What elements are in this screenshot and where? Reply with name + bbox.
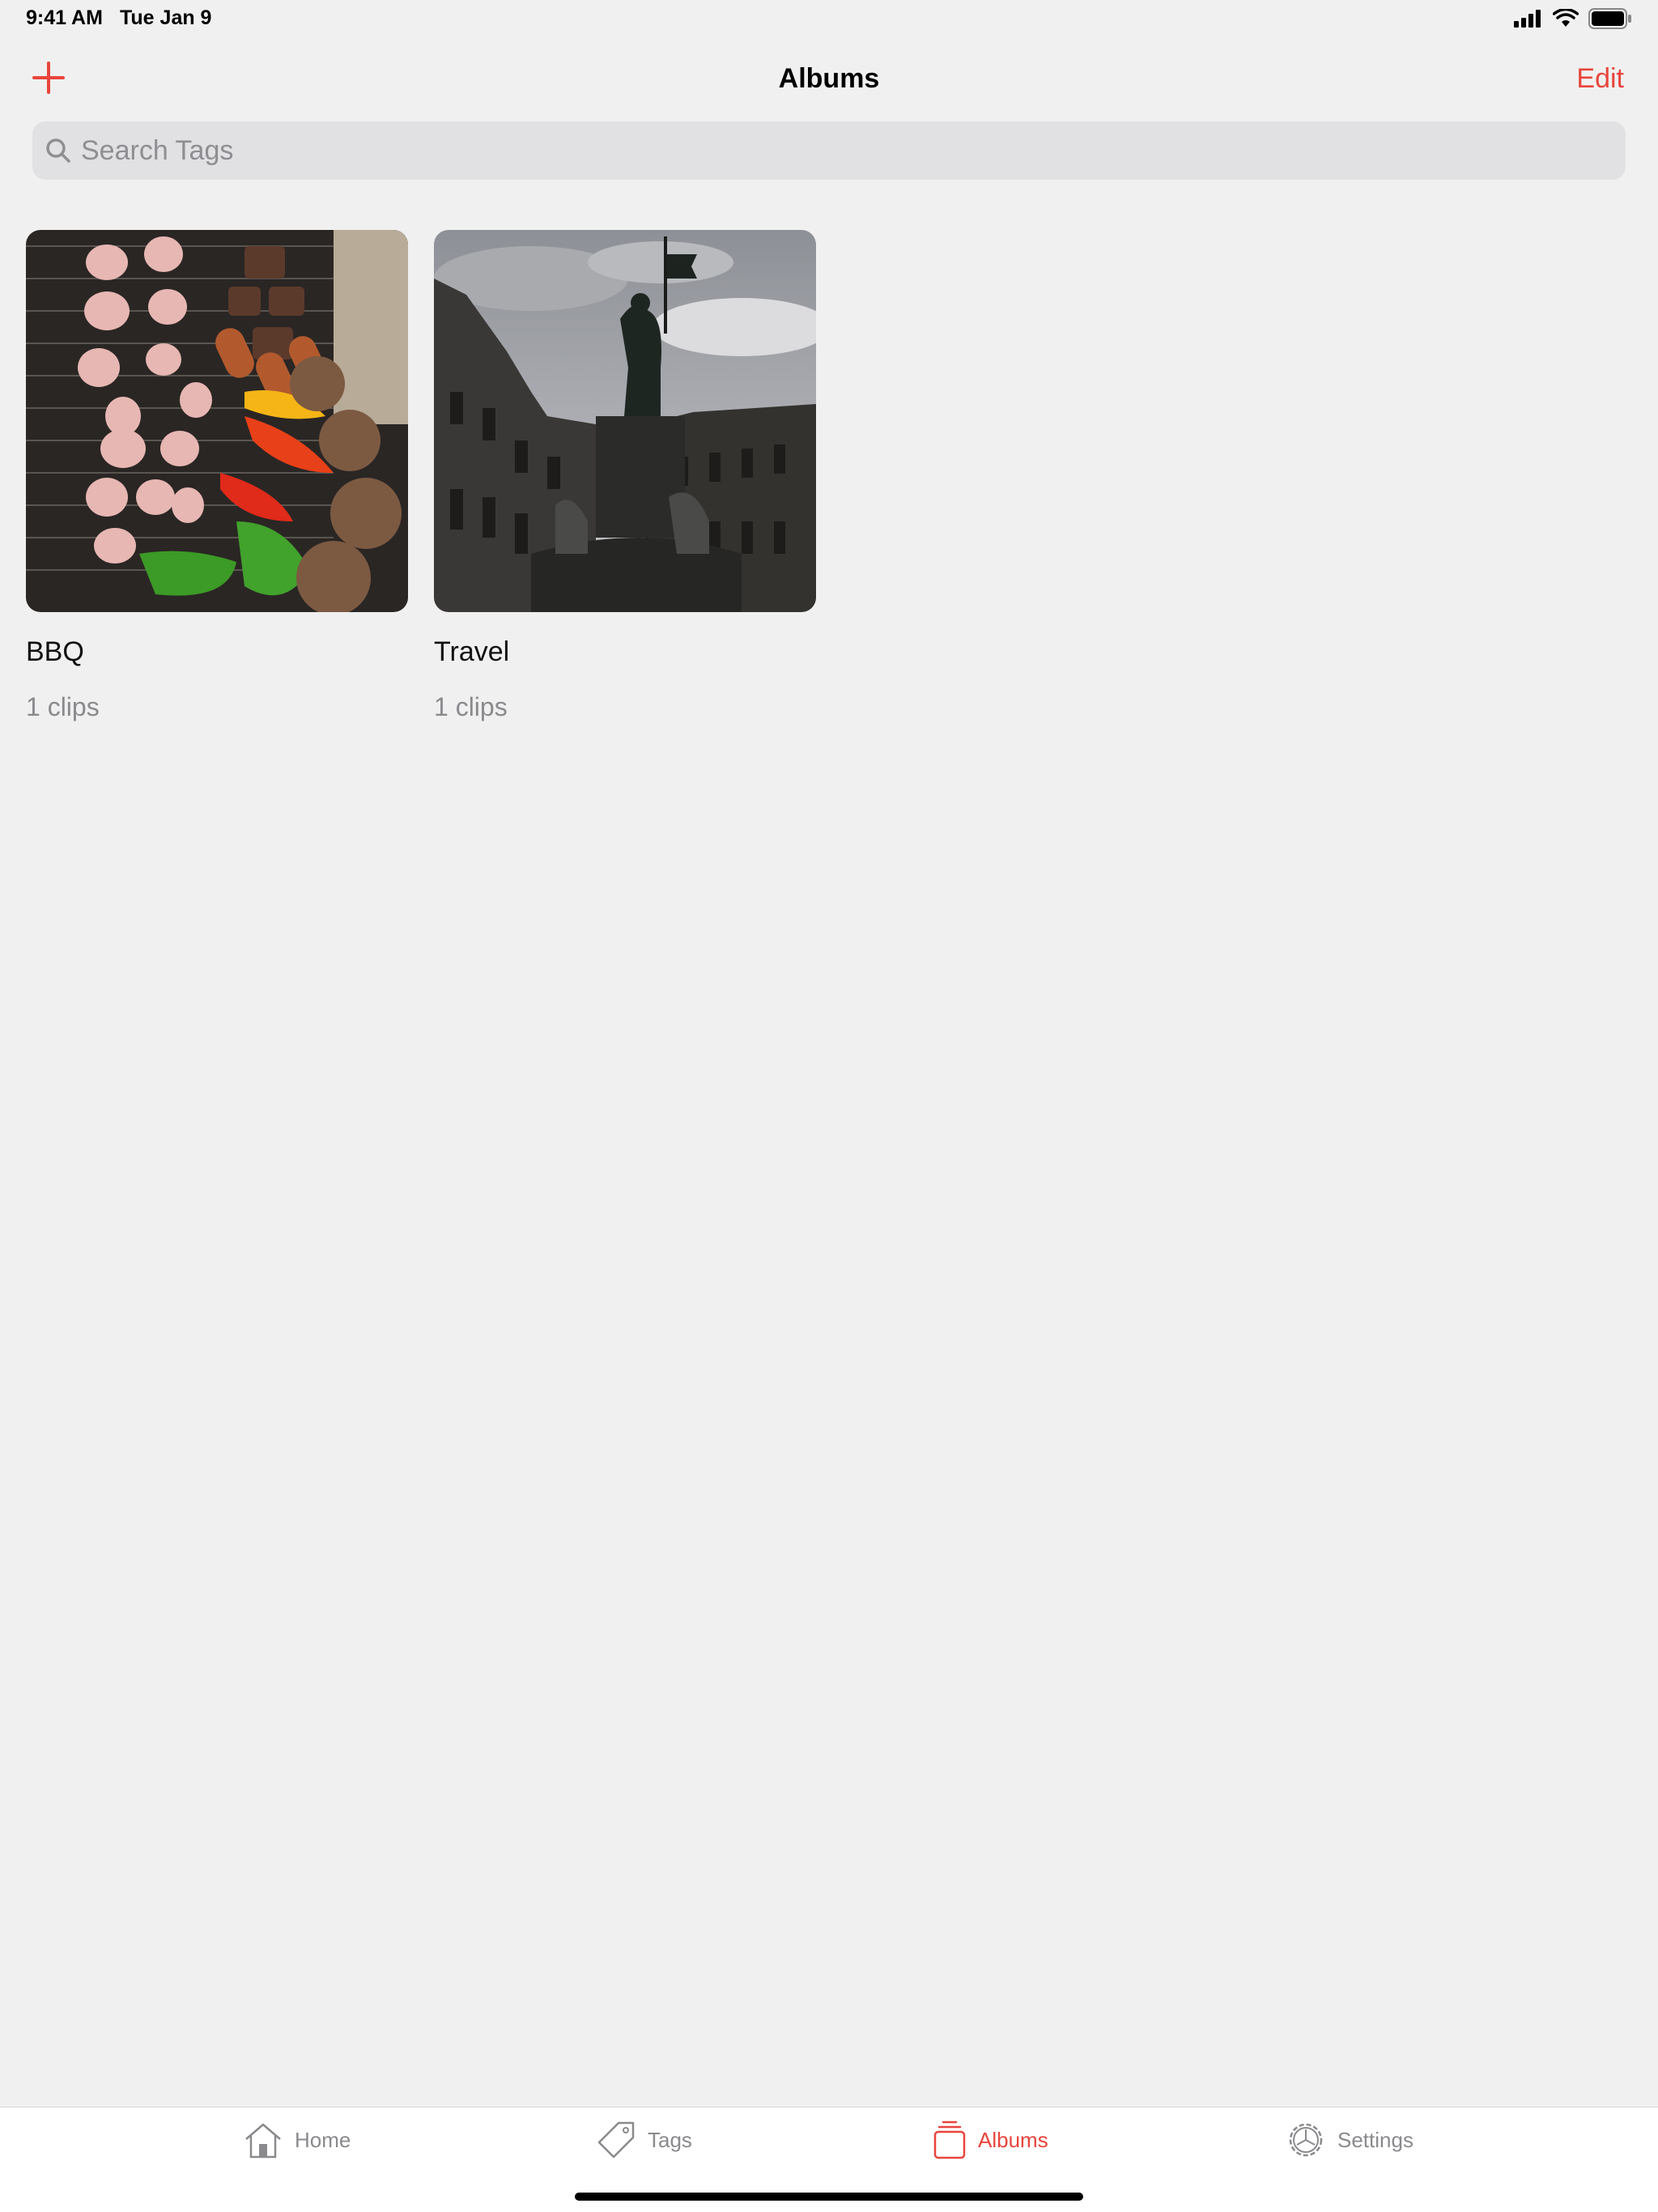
- battery-icon: [1588, 8, 1631, 29]
- search-icon: [46, 138, 70, 163]
- home-icon: [245, 2123, 281, 2159]
- album-title: BBQ: [26, 636, 84, 667]
- album-card-bbq[interactable]: BBQ 1 clips: [26, 230, 408, 722]
- tab-albums[interactable]: Albums: [933, 2108, 1048, 2172]
- travel-photo: [434, 230, 816, 612]
- tag-icon: [597, 2121, 635, 2159]
- tab-label: Settings: [1337, 2127, 1414, 2152]
- status-bar: 9:41 AM Tue Jan 9: [0, 0, 1658, 39]
- search-bar[interactable]: [32, 121, 1626, 180]
- status-time: 9:41 AM: [26, 6, 103, 29]
- wifi-icon: [1553, 9, 1579, 27]
- status-icons: [1514, 8, 1632, 29]
- tab-label: Home: [295, 2127, 351, 2152]
- tab-home[interactable]: Home: [243, 2108, 351, 2172]
- tab-tags[interactable]: Tags: [596, 2108, 692, 2172]
- albums-icon: [933, 2121, 966, 2159]
- tab-bar: Home Tags Albums Settings: [0, 2107, 1658, 2212]
- tab-label: Tags: [648, 2127, 692, 2152]
- album-thumbnail: [26, 230, 408, 612]
- bbq-photo: [26, 230, 408, 612]
- settings-icon: [1289, 2123, 1323, 2157]
- albums-screen: 9:41 AM Tue Jan 9 Albums Edit Search Tag…: [0, 0, 1658, 2212]
- tab-label: Albums: [978, 2127, 1048, 2152]
- navigation-bar: Albums Edit: [0, 39, 1658, 120]
- album-thumbnail: [434, 230, 816, 612]
- status-date: Tue Jan 9: [120, 6, 212, 29]
- album-clip-count: 1 clips: [26, 692, 100, 721]
- album-card-travel[interactable]: Travel 1 clips: [434, 230, 816, 722]
- edit-button[interactable]: Edit: [1576, 63, 1624, 95]
- home-indicator: [575, 2193, 1083, 2201]
- page-title: Albums: [778, 63, 880, 94]
- album-title: Travel: [434, 636, 510, 667]
- search-input[interactable]: [81, 121, 1603, 180]
- tab-settings[interactable]: Settings: [1286, 2108, 1414, 2172]
- cellular-signal-icon: [1514, 10, 1541, 28]
- album-clip-count: 1 clips: [434, 692, 508, 721]
